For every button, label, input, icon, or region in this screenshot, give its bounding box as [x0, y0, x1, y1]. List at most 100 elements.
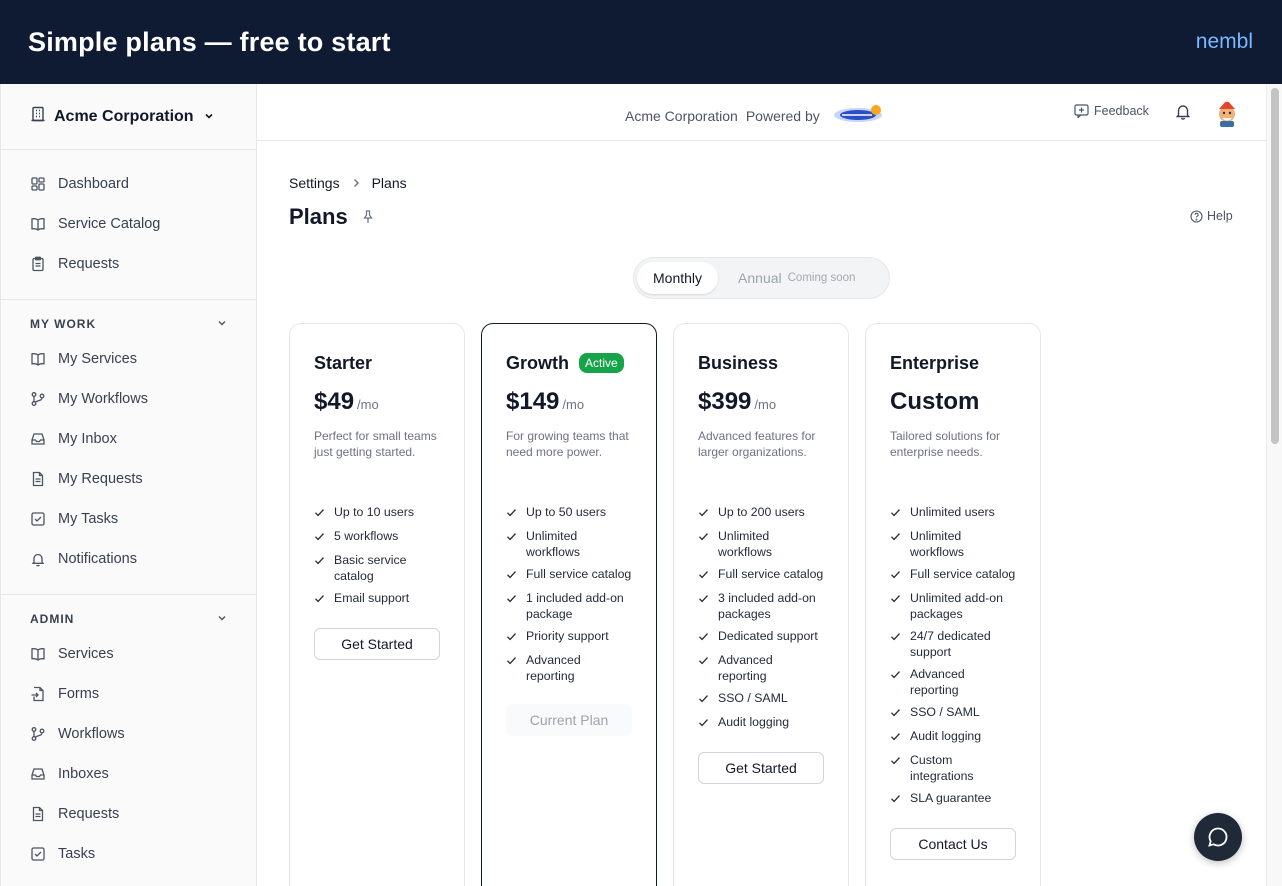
feature-item: Email support — [314, 590, 440, 608]
feature-label: 3 included add-on packages — [718, 591, 816, 621]
sidebar-item-notifications[interactable]: Notifications — [1, 539, 256, 579]
plan-action-button-starter[interactable]: Get Started — [314, 628, 440, 660]
price-amount: Custom — [890, 388, 980, 415]
price-period: /mo — [754, 397, 777, 412]
check-icon — [506, 528, 518, 560]
feature-item: Advanced reporting — [698, 652, 824, 684]
feedback-icon — [1074, 104, 1089, 118]
feature-label: Up to 50 users — [526, 505, 606, 519]
feature-label: Full service catalog — [526, 567, 632, 581]
active-badge: Active — [579, 353, 624, 373]
chat-icon — [1208, 827, 1228, 847]
scrollbar-thumb[interactable] — [1271, 88, 1279, 444]
feature-label: Full service catalog — [718, 567, 824, 581]
feature-item: Full service catalog — [890, 566, 1016, 584]
sidebar-item-my-inbox[interactable]: My Inbox — [1, 419, 256, 459]
check-icon — [506, 590, 518, 622]
feature-item: Full service catalog — [506, 566, 632, 584]
sidebar-item-inboxes[interactable]: Inboxes — [1, 754, 256, 794]
current-plan-button: Current Plan — [506, 704, 632, 736]
feature-label: Up to 10 users — [334, 505, 414, 519]
task-icon — [30, 511, 46, 527]
feature-list: Unlimited users Unlimited workflows Full s… — [890, 504, 1016, 808]
sidebar-item-label: Workflows — [58, 726, 125, 742]
notification-bell-icon[interactable] — [1175, 103, 1191, 125]
feature-item: Unlimited workflows — [890, 528, 1016, 560]
sidebar-item-my-requests[interactable]: My Requests — [1, 459, 256, 499]
feature-label: Unlimited users — [910, 505, 995, 519]
plan-name: Growth — [506, 352, 569, 373]
feature-label: SLA guarantee — [910, 791, 992, 805]
feature-item: 3 included add-on packages — [698, 590, 824, 622]
feedback-button[interactable]: Feedback — [1074, 104, 1149, 118]
feature-label: Full service catalog — [910, 567, 1016, 581]
breadcrumb-settings[interactable]: Settings — [289, 175, 340, 191]
sidebar-item-dashboard[interactable]: Dashboard — [1, 164, 256, 204]
feedback-label: Feedback — [1094, 104, 1149, 118]
check-icon — [314, 504, 326, 522]
section-admin[interactable]: ADMIN — [1, 604, 256, 634]
pin-icon[interactable] — [362, 210, 374, 224]
check-icon — [698, 528, 710, 560]
plan-action-button-business[interactable]: Get Started — [698, 752, 824, 784]
feature-label: Up to 200 users — [718, 505, 805, 519]
check-icon — [698, 690, 710, 708]
feature-item: SSO / SAML — [698, 690, 824, 708]
chevron-down-icon — [217, 612, 227, 626]
sidebar-item-my-tasks[interactable]: My Tasks — [1, 499, 256, 539]
breadcrumb-plans: Plans — [371, 175, 407, 191]
org-switcher[interactable]: Acme Corporation — [1, 84, 256, 150]
building-icon — [30, 106, 46, 127]
check-icon — [698, 628, 710, 646]
brand-name[interactable]: nembl — [1196, 30, 1253, 54]
check-icon — [698, 714, 710, 732]
feature-label: Priority support — [526, 629, 609, 643]
check-icon — [890, 590, 902, 622]
check-icon — [890, 752, 902, 784]
check-icon — [506, 566, 518, 584]
sidebar-item-label: Inboxes — [58, 766, 109, 782]
plan-action-button-enterprise[interactable]: Contact Us — [890, 828, 1016, 860]
price-amount: $149 — [506, 388, 560, 415]
sidebar-item-requests[interactable]: Requests — [1, 794, 256, 834]
sidebar-item-forms[interactable]: Forms — [1, 674, 256, 714]
check-icon — [890, 666, 902, 698]
sidebar-item-requests[interactable]: Requests — [1, 244, 256, 284]
plan-description: For growing teams that need more power. — [506, 429, 629, 459]
sidebar-item-label: My Tasks — [58, 511, 119, 527]
check-icon — [890, 566, 902, 584]
promo-banner: Simple plans — free to start nembl — [0, 0, 1282, 84]
feature-item: Audit logging — [698, 714, 824, 732]
section-title: ADMIN — [30, 612, 75, 626]
sidebar-item-service-catalog[interactable]: Service Catalog — [1, 204, 256, 244]
toggle-annual-label: Annual — [738, 270, 782, 286]
sidebar-item-my-workflows[interactable]: My Workflows — [1, 379, 256, 419]
feature-item: Up to 10 users — [314, 504, 440, 522]
sidebar-item-tasks[interactable]: Tasks — [1, 834, 256, 874]
toggle-annual: Annual Coming soon — [718, 262, 871, 294]
check-icon — [890, 628, 902, 660]
chat-button[interactable] — [1194, 813, 1242, 861]
feature-item: Advanced reporting — [506, 652, 632, 684]
billing-period-toggle: Monthly Annual Coming soon — [633, 257, 890, 299]
sidebar-item-label: Forms — [58, 686, 100, 702]
scrollbar[interactable] — [1266, 84, 1282, 886]
toggle-monthly[interactable]: Monthly — [637, 262, 719, 294]
sidebar-item-label: Requests — [58, 256, 120, 272]
check-icon — [314, 590, 326, 608]
sidebar-item-my-services[interactable]: My Services — [1, 339, 256, 379]
plan-price: $49/mo — [314, 388, 440, 416]
price-amount: $49 — [314, 388, 355, 415]
breadcrumb: Settings Plans — [289, 175, 407, 191]
check-icon — [698, 504, 710, 522]
help-link[interactable]: Help — [1190, 209, 1233, 223]
section-my-work[interactable]: MY WORK — [1, 309, 256, 339]
sidebar-item-label: Services — [58, 646, 114, 662]
plan-name: Starter — [314, 352, 373, 373]
sidebar-item-services[interactable]: Services — [1, 634, 256, 674]
feature-item: Up to 50 users — [506, 504, 632, 522]
user-avatar[interactable] — [1212, 97, 1242, 127]
sidebar-item-workflows[interactable]: Workflows — [1, 714, 256, 754]
feature-item: SSO / SAML — [890, 704, 1016, 722]
feature-label: Basic service catalog — [334, 553, 407, 583]
